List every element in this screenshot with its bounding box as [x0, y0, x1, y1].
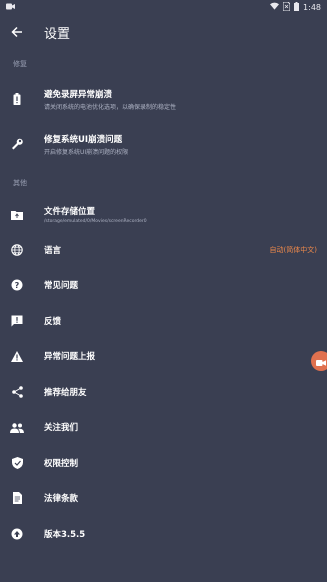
status-bar: 1:48: [0, 0, 327, 14]
upgrade-circle-icon: [11, 525, 23, 544]
section-label-repair: 修复: [13, 60, 27, 68]
setting-version[interactable]: 版本3.5.5: [0, 524, 327, 544]
setting-faq[interactable]: ? 常见问题: [0, 275, 327, 295]
setting-storage-location[interactable]: 文件存储位置 /storage/emulated/0/Movies/screen…: [0, 200, 327, 228]
setting-language[interactable]: 语言 自动(简体中文): [0, 240, 327, 260]
wrench-icon: [11, 135, 23, 154]
language-value: 自动(简体中文): [269, 246, 317, 254]
clock: 1:48: [303, 2, 321, 12]
app-bar: 设置: [0, 16, 327, 48]
setting-permissions[interactable]: 权限控制: [0, 453, 327, 473]
fix-ui-description: 开启修复系统UI崩溃问题的权限: [44, 148, 129, 156]
version-label: 版本3.5.5: [44, 530, 86, 540]
page-title: 设置: [44, 26, 71, 42]
no-sim-icon: [282, 1, 291, 13]
feedback-label: 反馈: [44, 317, 62, 327]
report-label: 异常问题上报: [44, 352, 96, 362]
folder-icon: [11, 205, 23, 224]
follow-label: 关注我们: [44, 423, 79, 433]
help-circle-icon: ?: [11, 276, 23, 295]
warning-icon: [11, 347, 23, 366]
setting-fix-ui[interactable]: 修复系统UI崩溃问题 开启修复系统UI崩溃问题的权限: [0, 129, 327, 159]
setting-follow-us[interactable]: 关注我们: [0, 417, 327, 437]
arrow-back-icon: [11, 23, 23, 42]
setting-report-issue[interactable]: 异常问题上报: [0, 346, 327, 366]
setting-share[interactable]: 推荐给朋友: [0, 382, 327, 402]
language-label: 语言: [44, 246, 62, 256]
share-icon: [11, 383, 23, 402]
video-camera-icon: [316, 352, 326, 371]
battery-status-icon: [294, 1, 300, 13]
wifi-icon: [270, 2, 280, 12]
fix-ui-label: 修复系统UI崩溃问题: [44, 134, 123, 145]
globe-icon: [11, 241, 23, 260]
faq-label: 常见问题: [44, 281, 79, 291]
storage-label: 文件存储位置: [44, 206, 96, 217]
section-label-other: 其他: [13, 179, 27, 187]
svg-text:?: ?: [15, 281, 20, 290]
people-icon: [10, 418, 24, 437]
setting-legal[interactable]: 法律条款: [0, 488, 327, 508]
shield-check-icon: [11, 454, 23, 473]
storage-path: /storage/emulated/0/Movies/screenRecorde…: [44, 218, 147, 224]
camera-status-icon: [6, 3, 15, 12]
legal-label: 法律条款: [44, 494, 79, 504]
battery-alert-icon: [13, 90, 21, 109]
permissions-label: 权限控制: [44, 459, 79, 469]
avoid-crash-label: 避免录屏异常崩溃: [44, 89, 113, 100]
setting-avoid-crash[interactable]: 避免录屏异常崩溃 请关闭系统的电池优化选项，以确保录制的稳定性: [0, 84, 327, 114]
document-icon: [12, 489, 22, 508]
back-button[interactable]: [0, 23, 34, 42]
floating-record-button[interactable]: [311, 351, 327, 371]
share-label: 推荐给朋友: [44, 388, 87, 398]
avoid-crash-description: 请关闭系统的电池优化选项，以确保录制的稳定性: [44, 103, 177, 111]
setting-feedback[interactable]: 反馈: [0, 311, 327, 331]
feedback-icon: [11, 312, 23, 331]
